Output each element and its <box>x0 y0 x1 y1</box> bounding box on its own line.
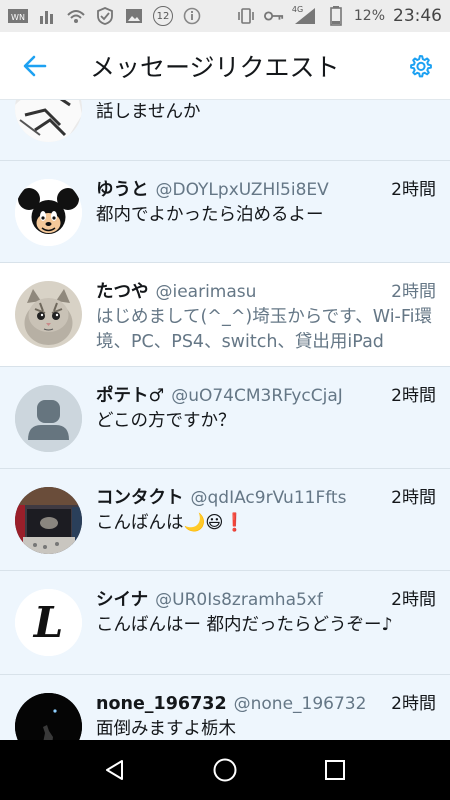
circle-home-icon <box>213 758 237 782</box>
nav-recents-button[interactable] <box>310 745 360 795</box>
sender-name: コンタクト <box>96 488 184 508</box>
kitten-avatar <box>15 281 82 348</box>
wifi-calling-icon <box>66 7 86 25</box>
app-notification-icon: WN <box>8 7 28 25</box>
info-icon <box>182 7 202 25</box>
chart-icon <box>37 7 57 25</box>
sender-handle: @UR0Is8zramha5xf <box>155 590 323 610</box>
nav-back-button[interactable] <box>90 745 140 795</box>
sender-handle: @uO74CM3RFycCjaJ <box>171 386 343 406</box>
manga-avatar <box>15 100 82 142</box>
message-request-item[interactable]: L シイナ @UR0Is8zramha5xf 2時間 こんばんはー 都内だったら… <box>0 571 450 675</box>
battery-icon <box>326 6 346 26</box>
app-header: メッセージリクエスト <box>0 32 450 100</box>
message-request-item[interactable]: コンタクト @qdIAc9rVu11Ffts 2時間 こんばんは🌙😃❗ <box>0 469 450 571</box>
sender-handle: @none_196732 <box>233 694 367 714</box>
key-icon <box>263 7 284 25</box>
message-snippet: こんばんはー 都内だったらどうぞー♪ <box>96 615 393 635</box>
message-snippet: こんばんは🌙😃❗ <box>96 513 246 533</box>
message-request-item[interactable]: none_196732 @none_196732 2時間 面倒みますよ栃木 <box>0 675 450 740</box>
message-time: 2時間 <box>391 488 436 508</box>
sender-name: たつや <box>96 282 149 302</box>
sender-handle: @qdIAc9rVu11Ffts <box>190 488 347 508</box>
message-request-item[interactable]: たつや @iearimasu 2時間 はじめまして(^_^)埼玉からです、Wi-… <box>0 263 450 367</box>
mouse-avatar <box>15 179 82 246</box>
sender-name: ゆうと <box>96 180 149 200</box>
sender-name: シイナ <box>96 590 149 610</box>
gear-icon <box>410 55 432 78</box>
message-snippet: 面倒みますよ栃木 <box>96 719 236 739</box>
notification-count-badge: 12 <box>153 6 173 26</box>
nav-home-button[interactable] <box>200 745 250 795</box>
message-time: 2時間 <box>391 590 436 610</box>
status-bar: WN 12 4G 12% 23:46 <box>0 0 450 32</box>
svg-text:WN: WN <box>11 13 25 22</box>
system-navigation-bar <box>0 740 450 800</box>
shield-check-icon <box>95 7 115 25</box>
message-snippet: 都内でよかったら泊めるよー <box>96 205 324 225</box>
image-icon <box>124 7 144 25</box>
sender-handle: @DOYLpxUZHl5i8EV <box>155 180 329 200</box>
message-request-item[interactable]: ゆうと @DOYLpxUZHl5i8EV 2時間 都内でよかったら泊めるよー <box>0 161 450 263</box>
message-time: 2時間 <box>391 386 436 406</box>
page-title: メッセージリクエスト <box>90 52 340 82</box>
dark-avatar <box>15 693 82 740</box>
sender-handle: @iearimasu <box>155 282 257 302</box>
message-time: 2時間 <box>391 180 436 200</box>
message-request-list: 話しませんか ゆうと @DOYLpxUZHl5i8EV 2時間 都内でよかったら… <box>0 100 450 740</box>
letter-l-avatar: L <box>15 589 82 656</box>
message-request-item[interactable]: 話しませんか <box>0 100 450 161</box>
photo-avatar <box>15 487 82 554</box>
vibrate-icon <box>236 7 256 25</box>
signal-icon: 4G <box>291 5 318 25</box>
message-time: 2時間 <box>391 282 436 302</box>
sender-name: none_196732 <box>96 694 227 714</box>
settings-button[interactable] <box>398 44 442 88</box>
message-snippet: どこの方ですか？ <box>96 411 236 431</box>
triangle-back-icon <box>106 760 123 780</box>
svg-text:L: L <box>33 598 64 647</box>
sender-name: ポテト♂ <box>96 386 165 406</box>
clock: 23:46 <box>393 6 442 26</box>
default-avatar <box>15 385 82 452</box>
arrow-left-icon <box>23 55 47 76</box>
square-recents-icon <box>325 760 345 780</box>
network-type-label: 4G <box>291 5 304 14</box>
battery-percent: 12% <box>353 8 385 24</box>
back-button[interactable] <box>0 32 70 100</box>
message-request-item[interactable]: ポテト♂ @uO74CM3RFycCjaJ 2時間 どこの方ですか？ <box>0 367 450 469</box>
message-snippet: はじめまして(^_^)埼玉からです、Wi-Fi環境、PC、PS4、switch、… <box>96 307 433 352</box>
message-snippet: 話しませんか <box>96 102 201 122</box>
message-time: 2時間 <box>391 694 436 714</box>
